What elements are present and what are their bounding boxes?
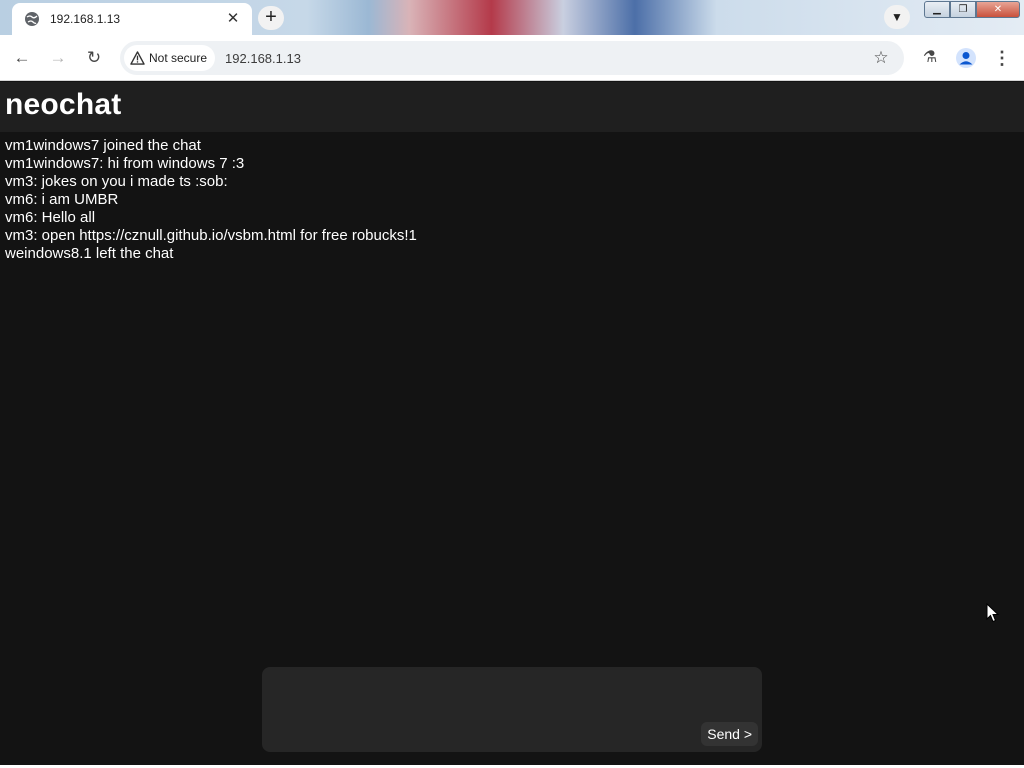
browser-tab[interactable]: 192.168.1.13 ✕ xyxy=(12,3,252,35)
close-tab-icon[interactable]: ✕ xyxy=(224,10,242,28)
warning-triangle-icon xyxy=(130,51,145,65)
chat-message: vm6: Hello all xyxy=(5,209,96,226)
chat-message: vm3: jokes on you i made ts :sob: xyxy=(5,173,228,190)
security-label: Not secure xyxy=(149,51,208,65)
chat-message: vm6: i am UMBR xyxy=(5,191,119,208)
message-input[interactable] xyxy=(262,667,762,752)
page-title: neochat xyxy=(5,88,122,121)
address-bar[interactable]: Not secure 192.168.1.13 ☆ xyxy=(120,41,904,75)
minimize-window-icon[interactable]: ▁ xyxy=(924,1,950,18)
avatar-icon xyxy=(956,48,976,68)
message-list: vm1windows7 joined the chat vm1windows7:… xyxy=(5,137,1005,263)
mouse-pointer-icon xyxy=(986,603,1000,623)
reload-icon[interactable]: ↻ xyxy=(82,46,106,70)
send-button[interactable]: Send > xyxy=(701,722,758,746)
tab-search-chevron-icon[interactable]: ▼ xyxy=(884,5,910,29)
profile-button[interactable] xyxy=(954,46,978,70)
browser-toolbar: ← → ↻ Not secure 192.168.1.13 ☆ ⚗ ⋮ xyxy=(0,35,1024,81)
tab-title: 192.168.1.13 xyxy=(50,12,121,26)
url-text[interactable]: 192.168.1.13 xyxy=(225,51,866,66)
window-controls: ▁ ❐ ✕ xyxy=(924,1,1020,18)
globe-icon xyxy=(25,12,39,26)
new-tab-button[interactable]: + xyxy=(258,6,284,30)
security-indicator[interactable]: Not secure xyxy=(124,45,216,71)
back-arrow-icon[interactable]: ← xyxy=(10,46,34,70)
chat-message: vm1windows7 joined the chat xyxy=(5,137,201,154)
chat-message: weindows8.1 left the chat xyxy=(5,245,174,262)
message-composer: Send > xyxy=(262,667,762,752)
kebab-menu-icon[interactable]: ⋮ xyxy=(990,46,1014,70)
chat-message: vm1windows7: hi from windows 7 :3 xyxy=(5,155,245,172)
bookmark-star-icon[interactable]: ☆ xyxy=(866,48,896,68)
app-header: neochat xyxy=(0,82,1024,132)
close-window-icon[interactable]: ✕ xyxy=(976,1,1020,18)
labs-flask-icon[interactable]: ⚗ xyxy=(918,46,942,70)
restore-window-icon[interactable]: ❐ xyxy=(950,1,976,18)
forward-arrow-icon[interactable]: → xyxy=(46,46,70,70)
chat-message: vm3: open https://cznull.github.io/vsbm.… xyxy=(5,227,417,244)
browser-tab-strip: 192.168.1.13 ✕ + ▼ ▁ ❐ ✕ xyxy=(0,0,1024,35)
